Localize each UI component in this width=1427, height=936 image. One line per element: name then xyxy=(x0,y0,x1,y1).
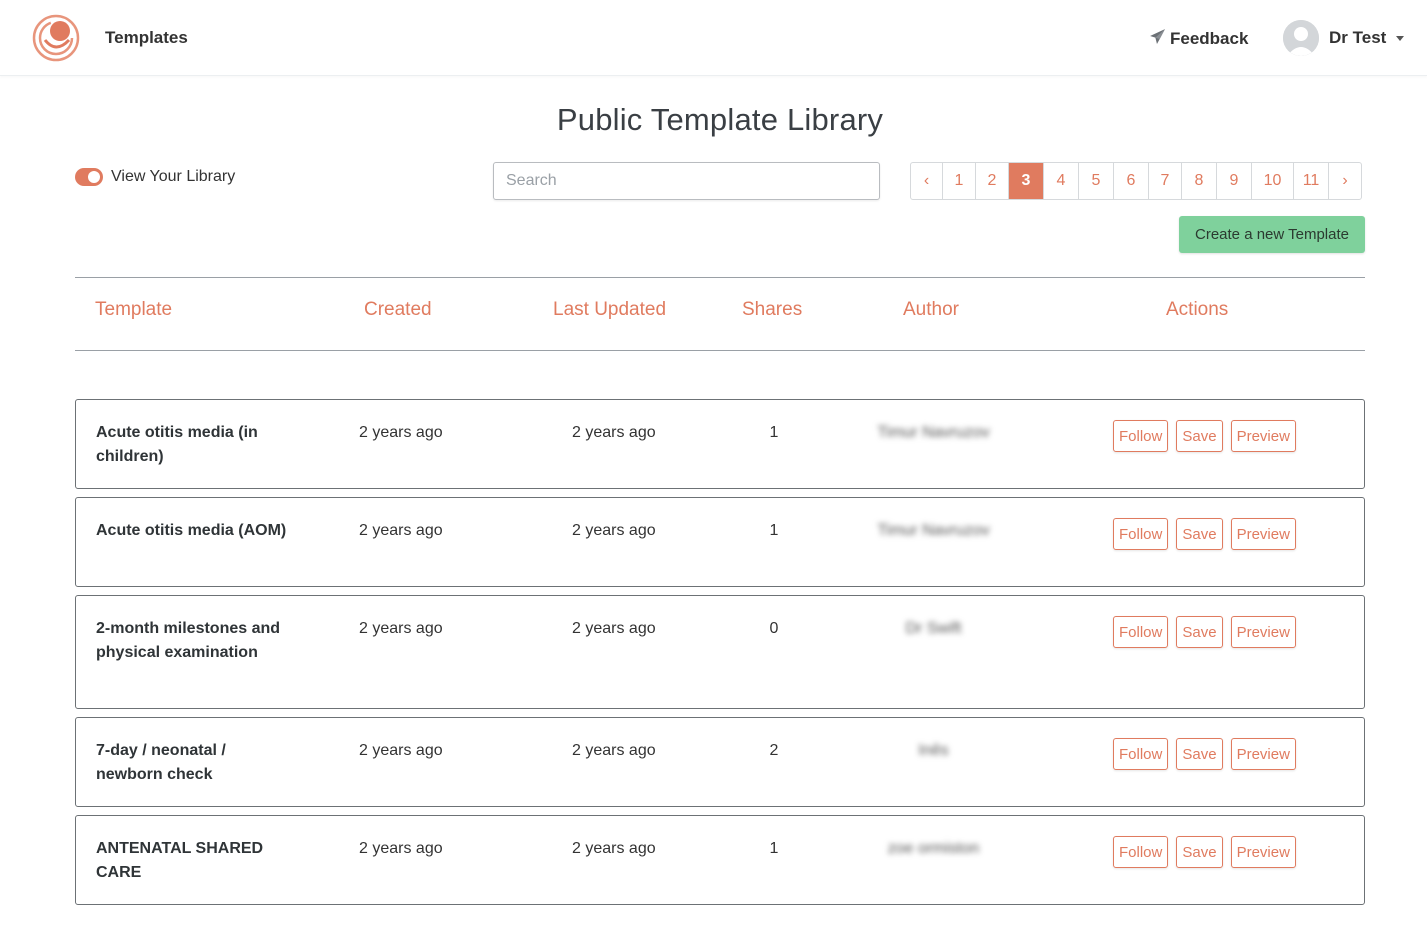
template-name: Acute otitis media (in children) xyxy=(96,424,258,465)
save-button[interactable]: Save xyxy=(1176,836,1223,868)
pagination-page[interactable]: 1 xyxy=(943,163,976,199)
avatar xyxy=(1283,20,1319,56)
follow-button[interactable]: Follow xyxy=(1113,738,1169,770)
column-header-created: Created xyxy=(364,299,432,320)
user-avatar-icon xyxy=(1283,20,1319,56)
follow-button[interactable]: Follow xyxy=(1113,836,1169,868)
save-button[interactable]: Save xyxy=(1176,616,1223,648)
last-updated-date: 2 years ago xyxy=(572,424,656,441)
author-name: zoe ormiston xyxy=(887,840,980,857)
pagination-page[interactable]: 9 xyxy=(1217,163,1252,199)
pagination-page[interactable]: 11 xyxy=(1294,163,1329,199)
preview-button[interactable]: Preview xyxy=(1230,420,1296,452)
template-name: 2-month milestones and physical examinat… xyxy=(96,620,281,661)
row-actions: Follow Save Preview xyxy=(1113,836,1296,868)
shares-count: 0 xyxy=(769,620,779,637)
table-row: Acute otitis media (in children) 2 years … xyxy=(75,399,1365,489)
search-input[interactable] xyxy=(493,162,880,200)
follow-button[interactable]: Follow xyxy=(1113,420,1169,452)
preview-button[interactable]: Preview xyxy=(1230,836,1296,868)
template-name: Acute otitis media (AOM) xyxy=(96,522,287,539)
author-name: Timur Navruzov xyxy=(877,424,990,441)
follow-button[interactable]: Follow xyxy=(1113,616,1169,648)
template-name: ANTENATAL SHARED CARE xyxy=(96,840,264,881)
pagination-page[interactable]: 10 xyxy=(1252,163,1294,199)
created-date: 2 years ago xyxy=(359,424,443,441)
preview-button[interactable]: Preview xyxy=(1230,616,1296,648)
pagination-page[interactable]: 5 xyxy=(1079,163,1114,199)
pagination-page[interactable]: 4 xyxy=(1044,163,1079,199)
create-template-button[interactable]: Create a new Template xyxy=(1179,216,1365,253)
column-header-shares: Shares xyxy=(742,299,803,320)
column-header-last-updated: Last Updated xyxy=(553,299,667,320)
pagination-page[interactable]: 7 xyxy=(1149,163,1182,199)
pagination-page[interactable]: 2 xyxy=(976,163,1009,199)
row-actions: Follow Save Preview xyxy=(1113,420,1296,452)
last-updated-date: 2 years ago xyxy=(572,742,656,759)
nav-templates-link[interactable]: Templates xyxy=(105,28,188,48)
preview-button[interactable]: Preview xyxy=(1230,518,1296,550)
save-button[interactable]: Save xyxy=(1176,518,1223,550)
preview-button[interactable]: Preview xyxy=(1230,738,1296,770)
shares-count: 1 xyxy=(769,522,779,539)
pagination: ‹ 1 2 3 4 5 6 7 8 9 10 11 › xyxy=(910,162,1362,200)
author-name: Dr Swift xyxy=(905,620,962,637)
table-row: Acute otitis media (AOM) 2 years ago 2 yea… xyxy=(75,497,1365,587)
created-date: 2 years ago xyxy=(359,522,443,539)
row-actions: Follow Save Preview xyxy=(1113,738,1296,770)
save-button[interactable]: Save xyxy=(1176,738,1223,770)
shares-count: 1 xyxy=(769,840,779,857)
feedback-link[interactable]: Feedback xyxy=(1149,28,1248,50)
caret-down-icon xyxy=(1396,35,1405,41)
created-date: 2 years ago xyxy=(359,840,443,857)
last-updated-date: 2 years ago xyxy=(572,522,656,539)
user-name: Dr Test xyxy=(1329,28,1387,47)
pagination-page[interactable]: 3 xyxy=(1009,163,1044,199)
row-actions: Follow Save Preview xyxy=(1113,616,1296,648)
paper-plane-icon xyxy=(1149,28,1166,50)
table-row: 7-day / neonatal / newborn check 2 years … xyxy=(75,717,1365,807)
header-divider-bottom xyxy=(75,350,1365,351)
toggle-label: View Your Library xyxy=(111,168,236,185)
pagination-next[interactable]: › xyxy=(1329,163,1361,199)
column-header-template: Template xyxy=(95,299,173,320)
page-title: Public Template Library xyxy=(556,102,884,137)
table-row: 2-month milestones and physical examinat… xyxy=(75,595,1365,709)
pagination-page[interactable]: 6 xyxy=(1114,163,1149,199)
toggle-switch[interactable] xyxy=(75,168,103,186)
top-navbar: Templates Feedback Dr Test xyxy=(0,0,1427,76)
table-row: ANTENATAL SHARED CARE 2 years ago 2 years … xyxy=(75,815,1365,905)
view-library-toggle[interactable]: View Your Library xyxy=(75,168,235,186)
app-logo-icon[interactable] xyxy=(31,14,81,62)
header-divider-top xyxy=(75,277,1365,278)
column-header-actions: Actions xyxy=(1166,299,1229,320)
row-actions: Follow Save Preview xyxy=(1113,518,1296,550)
shares-count: 1 xyxy=(769,424,779,441)
author-name: Timur Navruzov xyxy=(877,522,990,539)
created-date: 2 years ago xyxy=(359,620,443,637)
author-name: Inês xyxy=(918,742,949,759)
toggle-knob xyxy=(88,171,100,183)
last-updated-date: 2 years ago xyxy=(572,620,656,637)
created-date: 2 years ago xyxy=(359,742,443,759)
pagination-page[interactable]: 8 xyxy=(1182,163,1217,199)
column-header-author: Author xyxy=(903,299,959,320)
user-menu[interactable]: Dr Test xyxy=(1283,20,1405,56)
pagination-prev[interactable]: ‹ xyxy=(911,163,943,199)
follow-button[interactable]: Follow xyxy=(1113,518,1169,550)
shares-count: 2 xyxy=(769,742,779,759)
save-button[interactable]: Save xyxy=(1176,420,1223,452)
template-name: 7-day / neonatal / newborn check xyxy=(96,742,226,783)
feedback-label: Feedback xyxy=(1170,29,1249,48)
last-updated-date: 2 years ago xyxy=(572,840,656,857)
